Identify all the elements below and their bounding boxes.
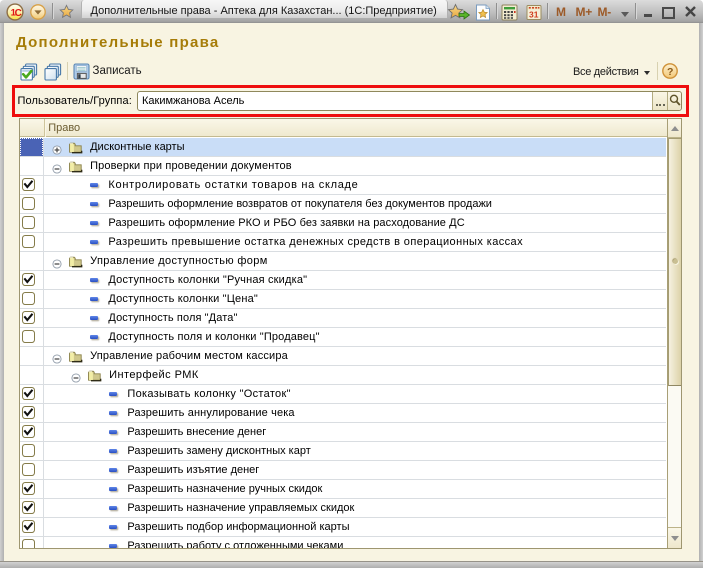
svg-text:C: C [14,8,21,19]
svg-text:?: ? [667,66,673,78]
svg-text:31: 31 [529,9,539,19]
